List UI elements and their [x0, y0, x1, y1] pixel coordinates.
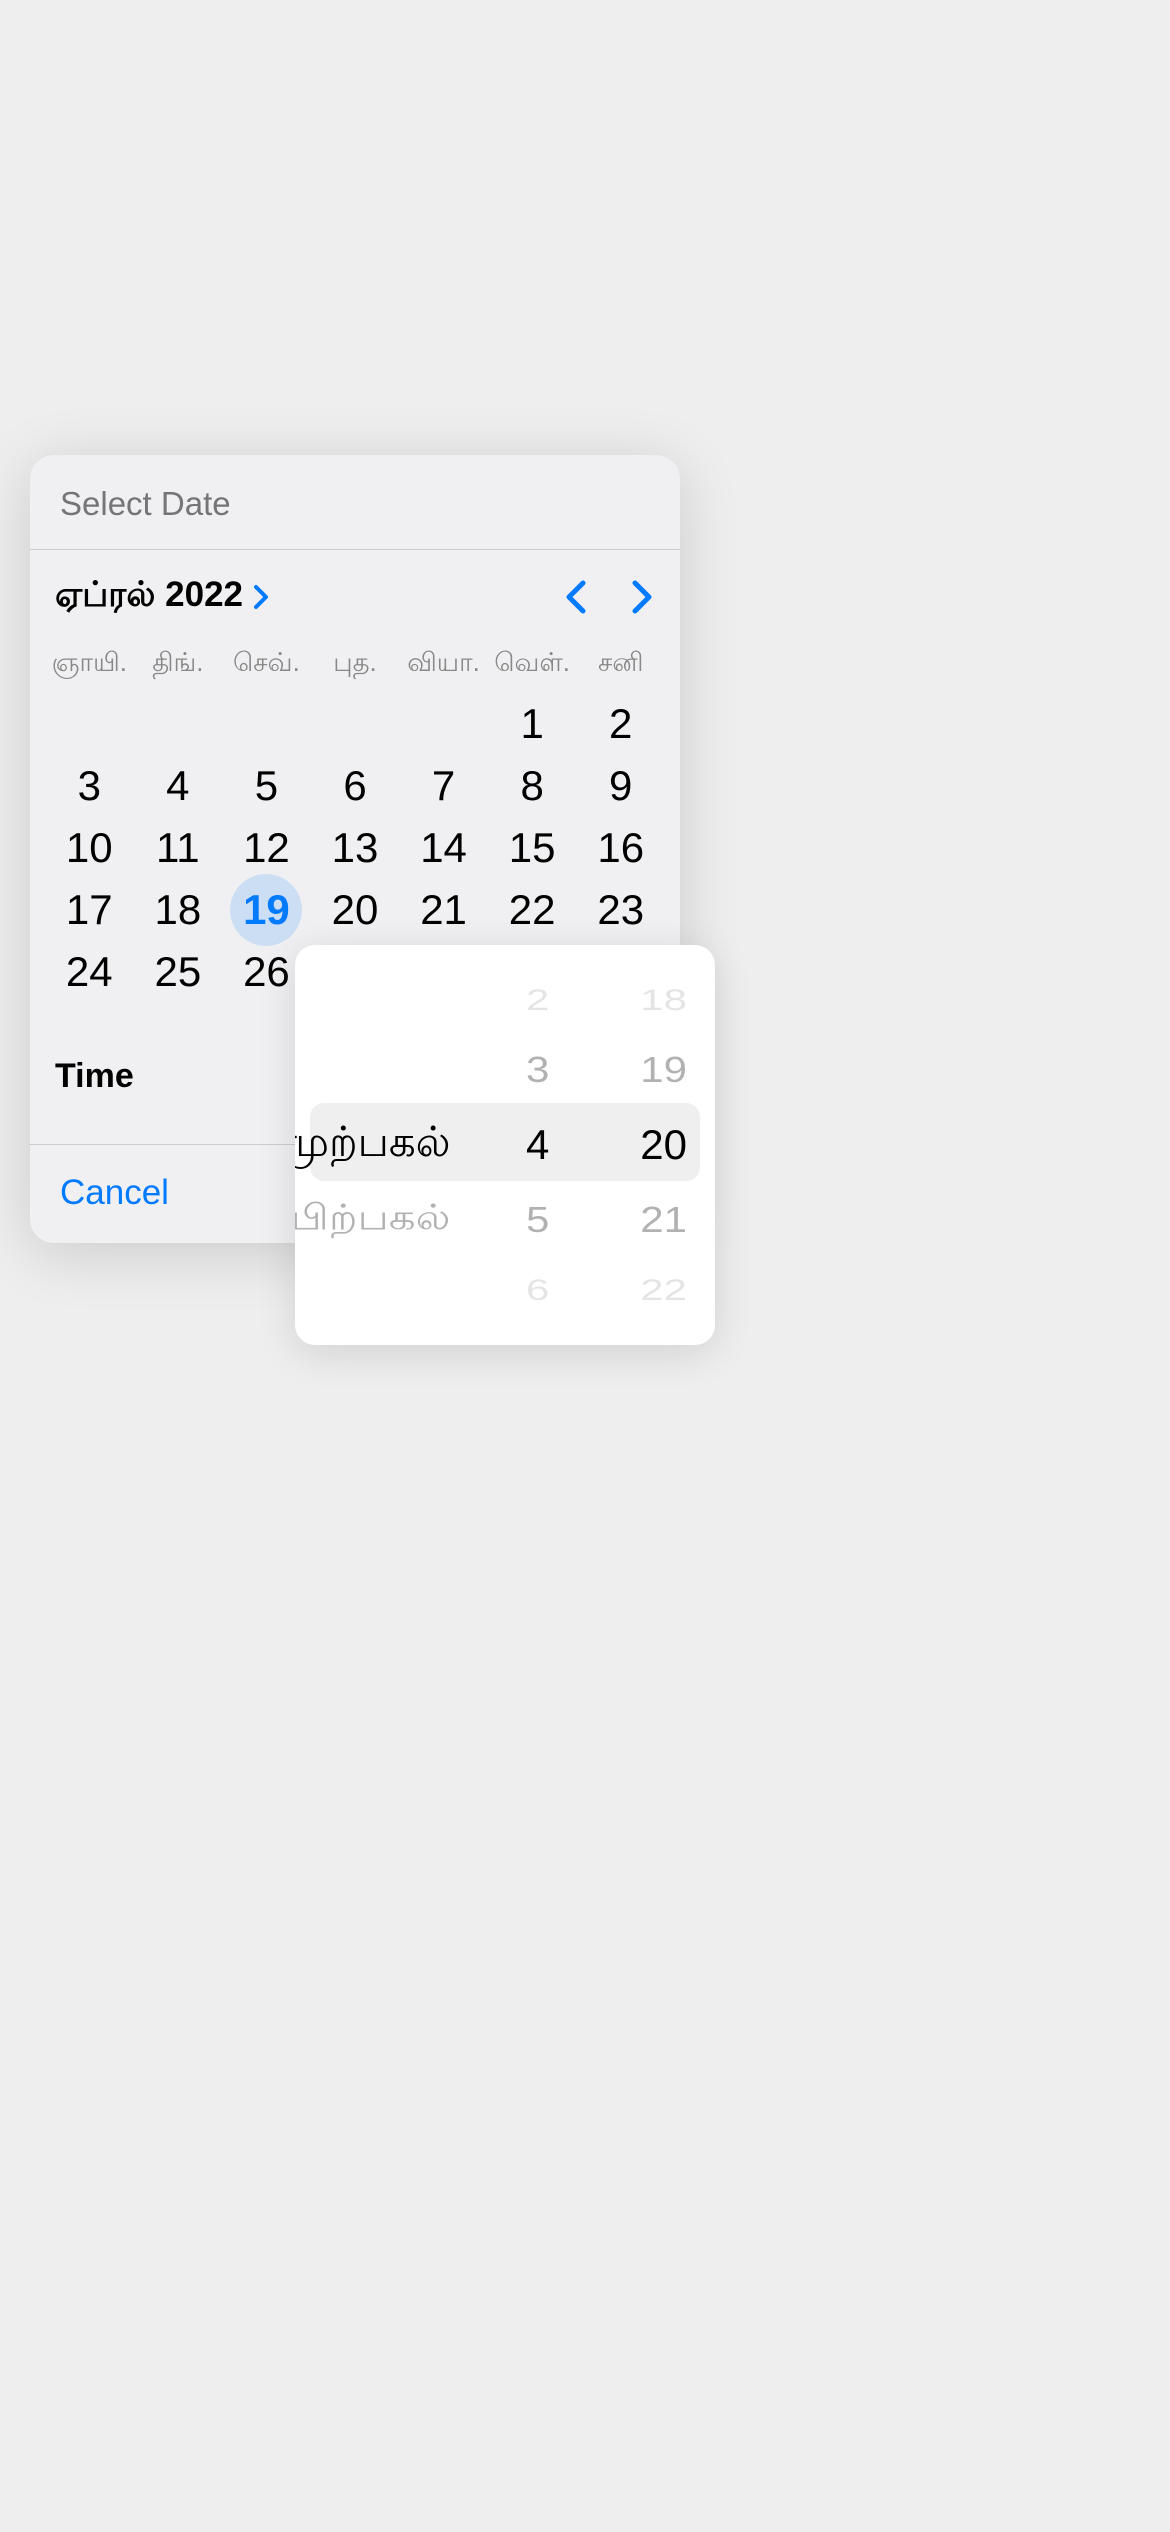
wheel-item-minute: 20: [640, 1110, 687, 1180]
weekday-label: செவ்.: [222, 647, 311, 681]
weekday-label: ஞாயி.: [45, 647, 134, 681]
calendar-day-cell[interactable]: 6: [311, 755, 400, 817]
calendar-day-cell[interactable]: 5: [222, 755, 311, 817]
calendar-day-cell[interactable]: 11: [134, 817, 223, 879]
calendar-day-cell[interactable]: 18: [134, 879, 223, 941]
month-nav-arrows: [563, 577, 655, 617]
calendar-day-cell[interactable]: 7: [399, 755, 488, 817]
time-label: Time: [55, 1057, 134, 1096]
weekday-label: திங்.: [134, 647, 223, 681]
weekday-header-row: ஞாயி. திங். செவ். புத. வியா. வெள். சனி: [30, 629, 680, 693]
prev-month-button[interactable]: [563, 577, 589, 617]
wheel-item-hour: 2: [526, 976, 549, 1025]
weekday-label: வியா.: [399, 647, 488, 681]
wheel-item-hour: 3: [526, 1040, 549, 1100]
month-navigation: ஏப்ரல் 2022: [30, 550, 680, 629]
calendar-day-cell: [45, 693, 134, 755]
wheel-item-minute: 19: [640, 1040, 687, 1100]
wheel-item-ampm: முற்பகல்: [295, 1110, 451, 1180]
wheel-item-minute: 22: [640, 1266, 687, 1315]
calendar-day-cell[interactable]: 19: [222, 879, 311, 941]
calendar-day-cell[interactable]: 17: [45, 879, 134, 941]
month-year-label: ஏப்ரல் 2022: [55, 575, 243, 619]
calendar-day-cell: [134, 693, 223, 755]
cancel-button[interactable]: Cancel: [60, 1173, 169, 1213]
calendar-day-cell[interactable]: 23: [576, 879, 665, 941]
wheel-item-minute: 18: [640, 976, 687, 1025]
calendar-day-cell[interactable]: 15: [488, 817, 577, 879]
minute-wheel-column[interactable]: 18 19 20 21 22: [567, 945, 715, 1345]
wheel-item-ampm: பிற்பகல்: [295, 1190, 451, 1250]
hour-wheel-column[interactable]: 2 3 4 5 6: [466, 945, 568, 1345]
chevron-right-icon: [253, 583, 271, 611]
calendar-day-cell[interactable]: 8: [488, 755, 577, 817]
calendar-day-cell[interactable]: 3: [45, 755, 134, 817]
calendar-day-cell: [399, 693, 488, 755]
month-year-selector[interactable]: ஏப்ரல் 2022: [55, 575, 271, 619]
calendar-day-cell[interactable]: 10: [45, 817, 134, 879]
calendar-day-cell[interactable]: 12: [222, 817, 311, 879]
calendar-day-cell: [311, 693, 400, 755]
wheel-item-hour: 5: [526, 1190, 549, 1250]
calendar-day-cell[interactable]: 24: [45, 941, 134, 1003]
weekday-label: புத.: [311, 647, 400, 681]
calendar-day-cell[interactable]: 13: [311, 817, 400, 879]
wheel-item-hour: 6: [526, 1266, 549, 1315]
calendar-day-cell[interactable]: 1: [488, 693, 577, 755]
calendar-day-cell[interactable]: 9: [576, 755, 665, 817]
calendar-day-cell[interactable]: 2: [576, 693, 665, 755]
calendar-day-cell[interactable]: 20: [311, 879, 400, 941]
calendar-day-cell[interactable]: 4: [134, 755, 223, 817]
time-wheel-picker: முற்பகல் பிற்பகல் 2 3 4 5 6 18 19 20 21 …: [295, 945, 715, 1345]
wheel-item-hour: 4: [526, 1110, 549, 1180]
calendar-day-cell[interactable]: 25: [134, 941, 223, 1003]
modal-title: Select Date: [60, 485, 650, 523]
modal-header: Select Date: [30, 455, 680, 550]
calendar-day-cell[interactable]: 14: [399, 817, 488, 879]
calendar-day-cell[interactable]: 21: [399, 879, 488, 941]
wheel-item-minute: 21: [640, 1190, 687, 1250]
weekday-label: சனி: [576, 647, 665, 681]
calendar-day-cell[interactable]: 16: [576, 817, 665, 879]
ampm-wheel-column[interactable]: முற்பகல் பிற்பகல்: [295, 945, 466, 1345]
calendar-day-cell: [222, 693, 311, 755]
next-month-button[interactable]: [629, 577, 655, 617]
calendar-day-cell[interactable]: 22: [488, 879, 577, 941]
weekday-label: வெள்.: [488, 647, 577, 681]
